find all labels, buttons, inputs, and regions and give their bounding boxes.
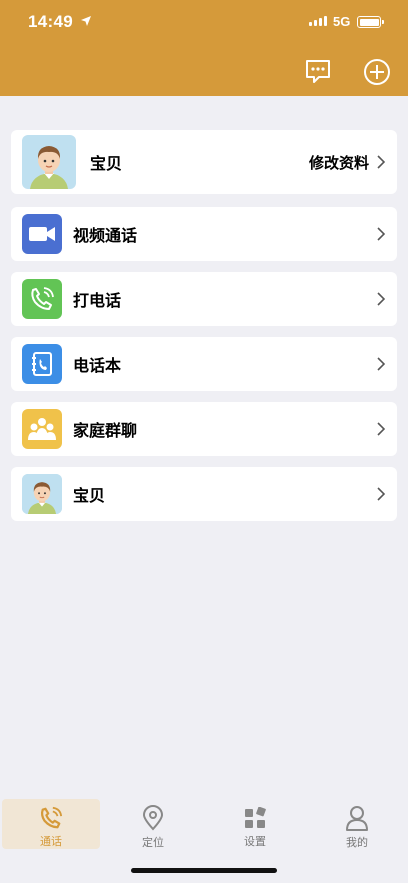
tab-label: 我的 — [346, 837, 368, 849]
chevron-right-icon — [377, 227, 385, 241]
family-group-icon — [22, 409, 62, 449]
settings-grid-icon — [244, 805, 266, 830]
menu-item-family-chat[interactable]: 家庭群聊 — [11, 402, 397, 456]
chevron-right-icon — [377, 487, 385, 501]
chevron-right-icon — [377, 292, 385, 306]
edit-profile-link[interactable]: 修改资料 — [309, 152, 369, 173]
menu-item-label: 宝贝 — [73, 488, 106, 505]
status-time: 14:49 — [28, 12, 73, 31]
phonebook-icon — [22, 344, 62, 384]
menu-item-baby-chat[interactable]: 宝贝 — [11, 467, 397, 521]
add-circle-icon[interactable] — [363, 58, 391, 86]
network-type: 5G — [333, 14, 351, 29]
signal-icon — [309, 16, 327, 26]
user-icon — [345, 805, 369, 831]
profile-name: 宝贝 — [90, 156, 123, 173]
tab-settings[interactable]: 设置 — [206, 799, 304, 849]
home-indicator — [131, 868, 277, 873]
header-bar: 14:49 5G — [0, 0, 408, 96]
avatar-icon — [22, 474, 62, 514]
menu-item-label: 打电话 — [73, 293, 122, 310]
video-camera-icon — [22, 214, 62, 254]
menu-item-label: 电话本 — [73, 358, 122, 375]
tab-label: 设置 — [244, 836, 266, 848]
location-arrow-icon — [81, 16, 91, 26]
battery-icon — [357, 16, 384, 28]
menu-item-phone-call[interactable]: 打电话 — [11, 272, 397, 326]
phone-icon — [39, 805, 63, 830]
menu-item-label: 家庭群聊 — [73, 423, 138, 440]
tab-call[interactable]: 通话 — [2, 799, 100, 849]
menu-item-label: 视频通话 — [73, 228, 138, 245]
tab-bar: 通话 定位 设置 我的 — [0, 795, 408, 855]
phone-call-icon — [22, 279, 62, 319]
tab-label: 定位 — [142, 837, 164, 849]
avatar — [22, 135, 76, 189]
menu-item-phonebook[interactable]: 电话本 — [11, 337, 397, 391]
profile-card[interactable]: 宝贝 修改资料 — [11, 130, 397, 194]
tab-mine[interactable]: 我的 — [308, 799, 406, 849]
menu-item-video-call[interactable]: 视频通话 — [11, 207, 397, 261]
chevron-right-icon — [377, 422, 385, 436]
location-pin-icon — [142, 805, 164, 831]
chevron-right-icon — [377, 357, 385, 371]
tab-label: 通话 — [40, 836, 62, 848]
tab-location[interactable]: 定位 — [104, 799, 202, 849]
chevron-right-icon — [377, 155, 385, 169]
message-icon[interactable] — [304, 58, 332, 86]
app-screen: 14:49 5G 宝贝 修改资料 视频通话 打电话 电话本 家庭群聊 宝贝 通话… — [0, 0, 408, 883]
